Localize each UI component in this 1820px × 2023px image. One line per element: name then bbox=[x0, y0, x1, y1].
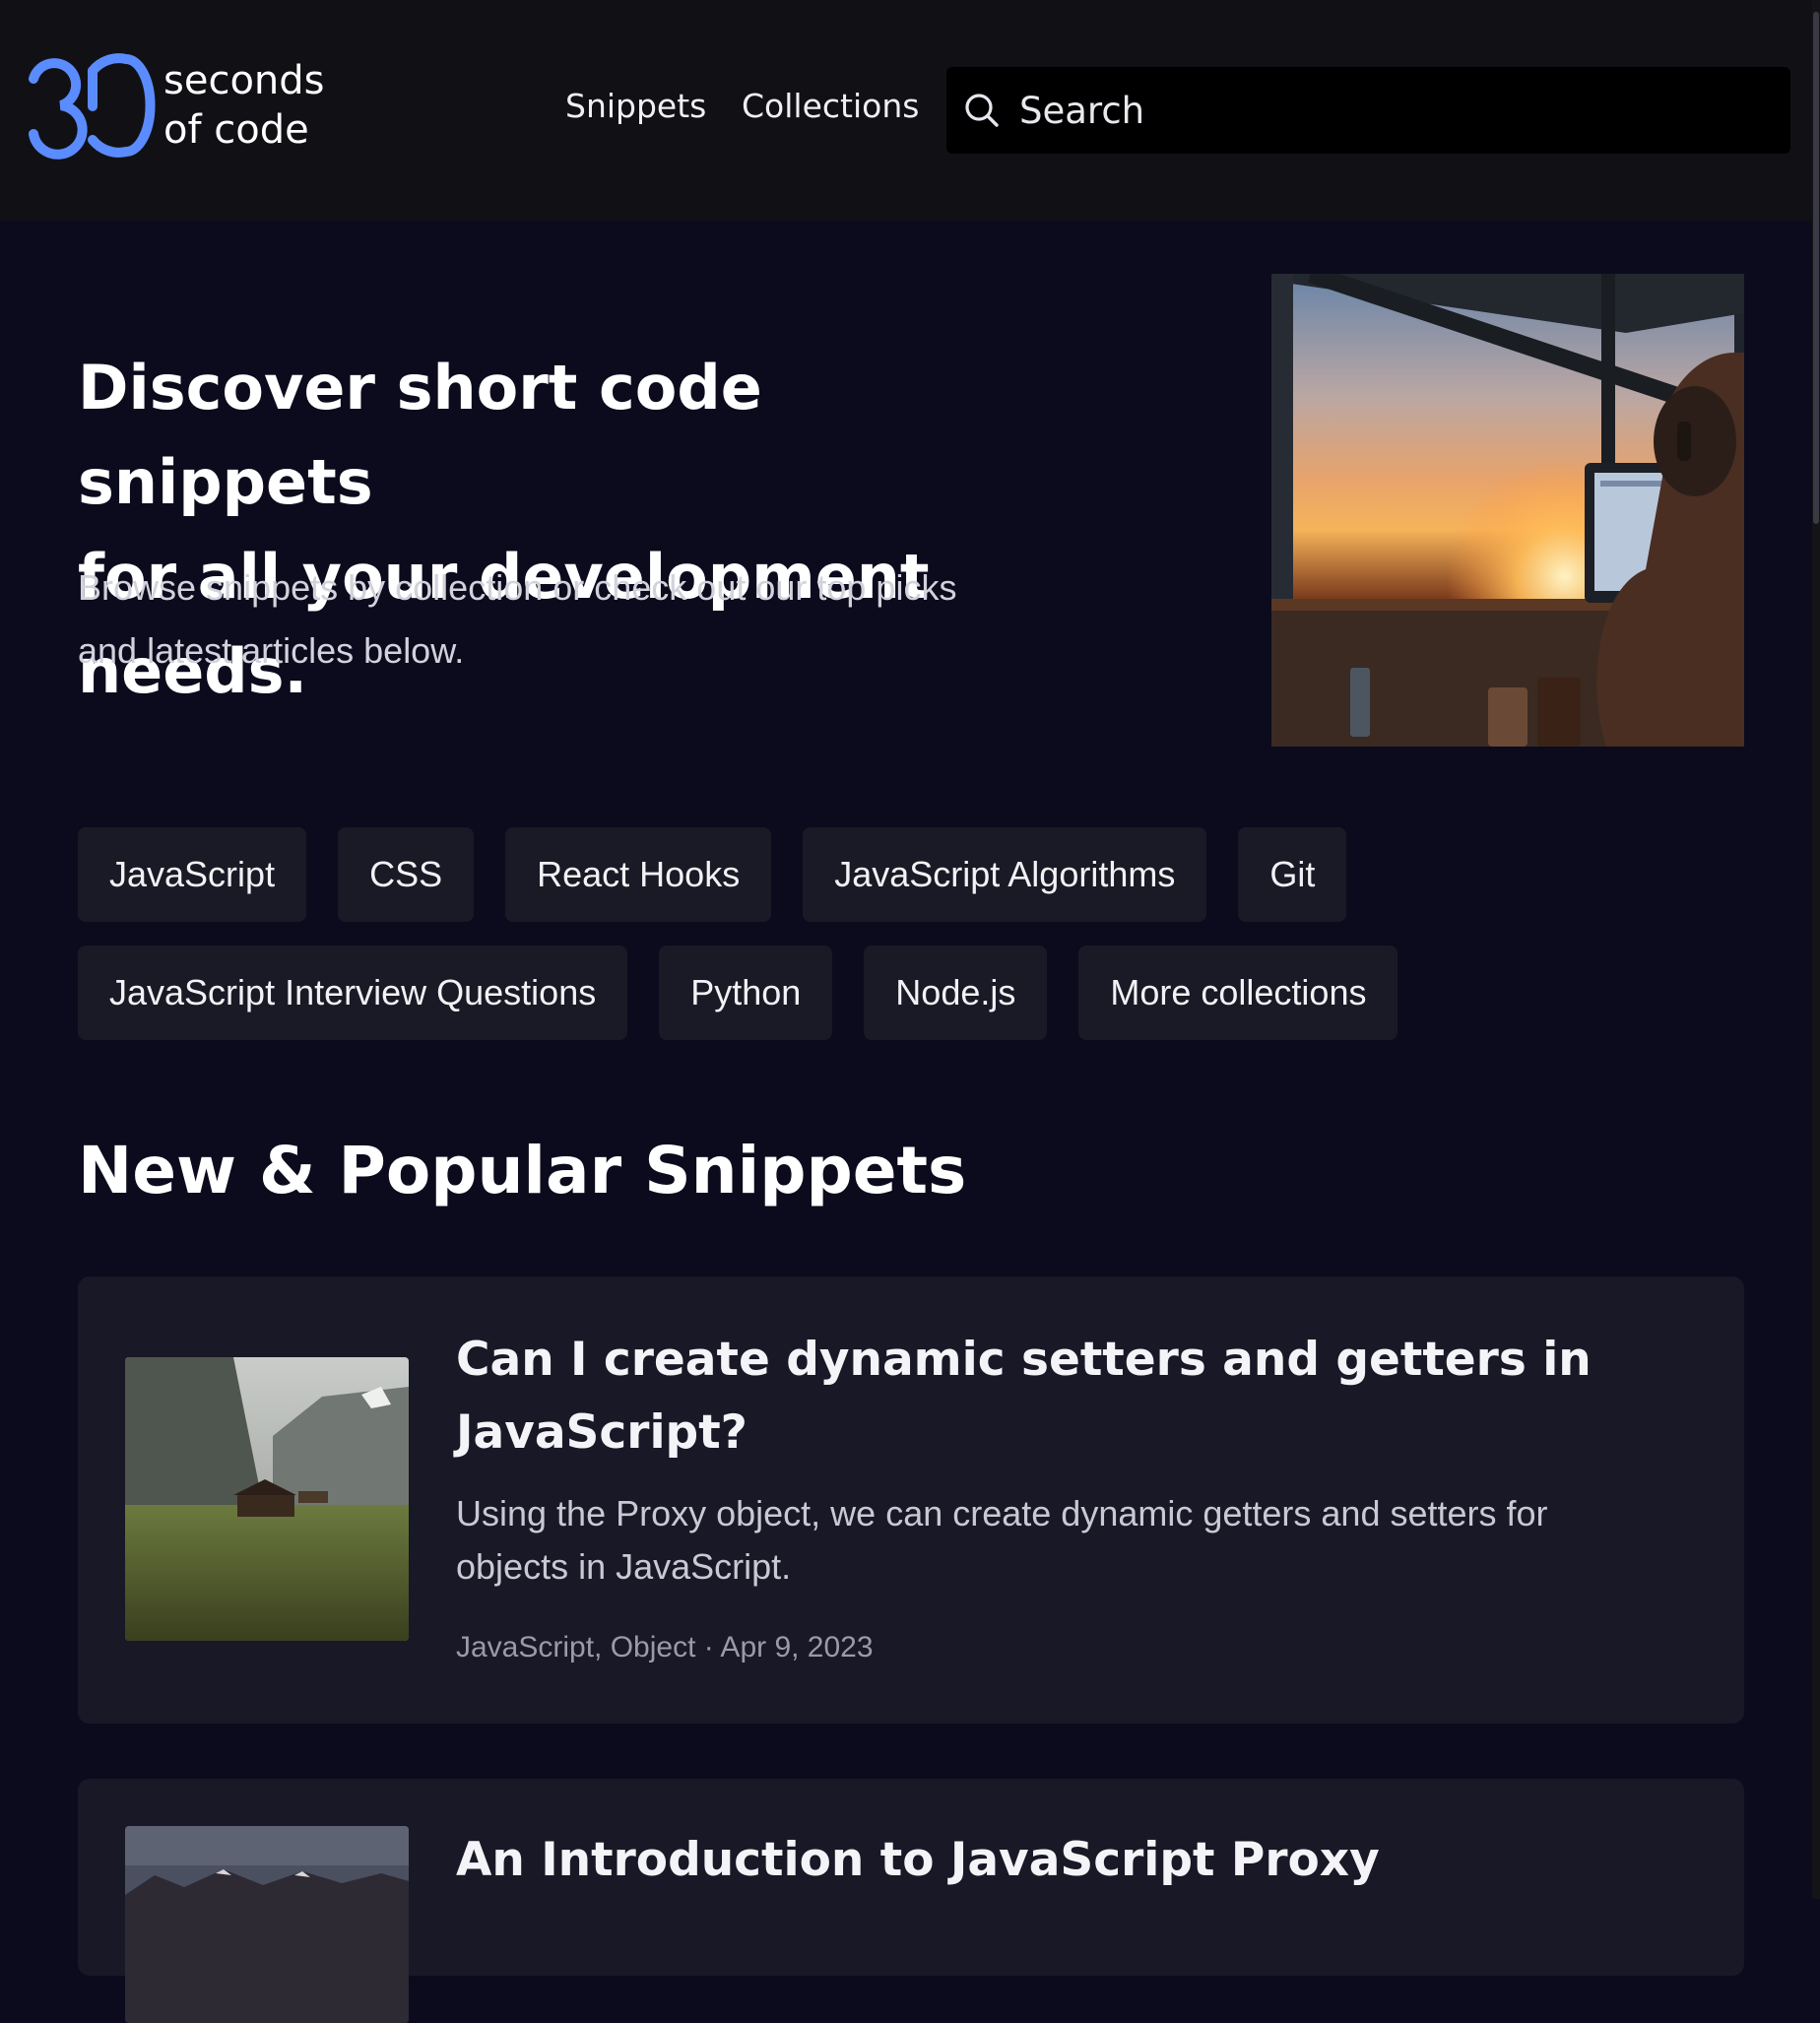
logo-text: seconds of code bbox=[163, 56, 325, 155]
hero-image bbox=[1271, 274, 1744, 747]
search-input[interactable] bbox=[1019, 89, 1768, 132]
collection-chip-javascript-interview-questions[interactable]: JavaScript Interview Questions bbox=[78, 946, 628, 1040]
hero-title-line1: Discover short code snippets bbox=[78, 352, 762, 518]
logo-text-line2: of code bbox=[163, 107, 309, 153]
collections-chips: JavaScript CSS React Hooks JavaScript Al… bbox=[78, 827, 1772, 1064]
collection-chip-react-hooks[interactable]: React Hooks bbox=[505, 827, 772, 922]
thumbnail-photo-mountains bbox=[125, 1826, 409, 2023]
snippet-thumbnail bbox=[125, 1826, 409, 2023]
snippet-title-line1: Can I create dynamic setters and getters… bbox=[456, 1333, 1592, 1387]
search-icon bbox=[965, 94, 999, 127]
logo-30-icon bbox=[29, 53, 156, 160]
nav-collections-link[interactable]: Collections bbox=[742, 87, 919, 125]
scrollbar-thumb[interactable] bbox=[1813, 12, 1819, 524]
snippet-meta: JavaScript, Object · Apr 9, 2023 bbox=[456, 1631, 874, 1664]
snippet-description-line2: objects in JavaScript. bbox=[456, 1546, 792, 1587]
snippet-thumbnail bbox=[125, 1357, 409, 1641]
snippet-title[interactable]: Can I create dynamic setters and getters… bbox=[456, 1324, 1687, 1469]
nav-snippets-link[interactable]: Snippets bbox=[565, 87, 706, 125]
collection-chip-python[interactable]: Python bbox=[659, 946, 833, 1040]
snippet-card[interactable]: Can I create dynamic setters and getters… bbox=[78, 1276, 1744, 1724]
hero-subtitle-line2: and latest articles below. bbox=[78, 630, 465, 671]
snippet-description: Using the Proxy object, we can create dy… bbox=[456, 1487, 1687, 1594]
logo-text-line1: seconds bbox=[163, 58, 325, 103]
thumbnail-photo-mountain-house bbox=[125, 1357, 409, 1641]
chip-row-2: JavaScript Interview Questions Python No… bbox=[78, 946, 1772, 1040]
hero-subtitle-line1: Browse snippets by collection or check o… bbox=[78, 567, 957, 608]
snippet-title[interactable]: An Introduction to JavaScript Proxy bbox=[456, 1824, 1687, 1897]
site-logo[interactable]: seconds of code bbox=[28, 51, 325, 160]
collection-chip-nodejs[interactable]: Node.js bbox=[864, 946, 1048, 1040]
snippet-title-line2: JavaScript? bbox=[456, 1405, 748, 1460]
snippet-description-line1: Using the Proxy object, we can create dy… bbox=[456, 1493, 1548, 1534]
collection-chip-git[interactable]: Git bbox=[1238, 827, 1347, 922]
chip-row-1: JavaScript CSS React Hooks JavaScript Al… bbox=[78, 827, 1772, 922]
hero-subtitle: Browse snippets by collection or check o… bbox=[78, 556, 1043, 683]
more-collections-chip[interactable]: More collections bbox=[1078, 946, 1398, 1040]
header: seconds of code Snippets Collections bbox=[0, 0, 1820, 221]
search-box[interactable] bbox=[946, 67, 1790, 154]
collection-chip-javascript-algorithms[interactable]: JavaScript Algorithms bbox=[803, 827, 1207, 922]
snippet-card[interactable]: An Introduction to JavaScript Proxy bbox=[78, 1779, 1744, 2023]
hero-photo-developer-window-sunset bbox=[1271, 274, 1744, 747]
collection-chip-javascript[interactable]: JavaScript bbox=[78, 827, 307, 922]
collection-chip-css[interactable]: CSS bbox=[338, 827, 475, 922]
section-title: New & Popular Snippets bbox=[78, 1133, 967, 1208]
page-scrollbar[interactable] bbox=[1812, 0, 1820, 1899]
